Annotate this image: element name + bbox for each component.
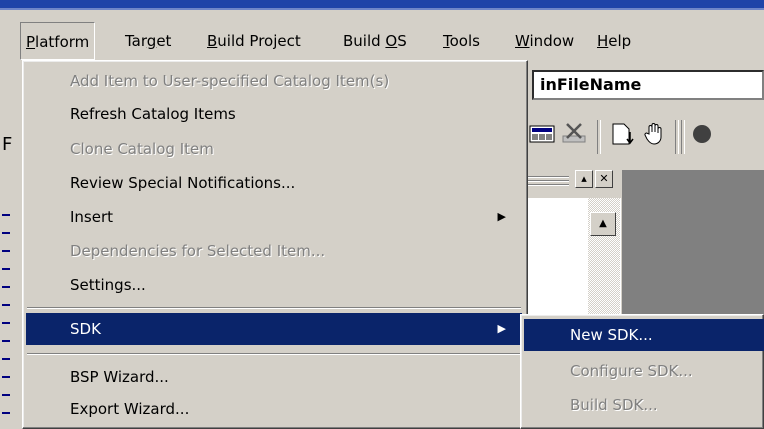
menu-item-insert[interactable]: Insert ▶ (26, 201, 522, 233)
menu-item-label: Dependencies for Selected Item... (70, 242, 326, 260)
menu-help[interactable]: Help (592, 22, 636, 60)
menu-item-export-wizard[interactable]: Export Wizard... (26, 393, 522, 425)
scroll-up-button[interactable]: ▲ (590, 212, 616, 236)
mnemonic: W (515, 32, 530, 50)
menu-item-sdk[interactable]: SDK ▶ (26, 313, 522, 345)
menu-item-label: New SDK... (570, 326, 653, 344)
submenu-item-new-sdk[interactable]: New SDK... (524, 319, 764, 351)
menu-separator (27, 353, 521, 355)
menu-item-label: BSP Wizard... (70, 368, 169, 386)
mnemonic: T (443, 32, 450, 50)
menu-item-bsp-wizard[interactable]: BSP Wizard... (26, 361, 522, 393)
menu-label: S (397, 32, 407, 50)
mnemonic: H (597, 32, 609, 50)
menu-item-settings[interactable]: Settings... (26, 269, 522, 301)
mnemonic: P (26, 33, 36, 51)
menu-label: uild Project (217, 32, 301, 50)
menu-label: Build (343, 32, 386, 50)
triangle-right-icon: ▶ (497, 322, 506, 335)
menu-build-os[interactable]: Build OS (338, 22, 412, 60)
left-pane-edge (0, 60, 12, 429)
window-title-strip (0, 0, 764, 10)
toolbar (525, 118, 764, 162)
catalog-icon[interactable] (527, 122, 557, 152)
triangle-right-icon: ▶ (497, 210, 506, 223)
panel-header: ▴ ✕ (525, 170, 620, 194)
menu-item-clone-catalog[interactable]: Clone Catalog Item (26, 133, 522, 165)
menu-target[interactable]: Target (120, 22, 176, 60)
submenu-item-configure-sdk[interactable]: Configure SDK... (524, 355, 764, 387)
menu-item-label: SDK (70, 320, 101, 338)
mnemonic: g (146, 32, 157, 50)
menubar: Platform Target Build Project Build OS T… (12, 22, 764, 60)
menu-item-label: Settings... (70, 276, 146, 294)
menu-label: et (156, 32, 172, 50)
menu-item-review-notifications[interactable]: Review Special Notifications... (26, 167, 522, 199)
menu-item-label: Review Special Notifications... (70, 174, 296, 192)
menu-build-project[interactable]: Build Project (202, 22, 306, 60)
menu-tools[interactable]: Tools (438, 22, 485, 60)
menu-platform[interactable]: Platform (20, 22, 96, 60)
menu-item-label: Add Item to User-specified Catalog Item(… (70, 72, 390, 90)
menu-item-dependencies[interactable]: Dependencies for Selected Item... (26, 235, 522, 267)
left-pane-label: F (2, 134, 13, 155)
menu-item-label: Configure SDK... (570, 362, 693, 380)
mnemonic: B (207, 32, 218, 50)
mnemonic: O (385, 32, 398, 50)
menu-label: ools (449, 32, 480, 50)
panel-restore-button[interactable]: ▴ (575, 170, 593, 188)
menu-label: latform (35, 33, 90, 51)
hand-icon[interactable] (639, 122, 669, 152)
menu-item-label: Clone Catalog Item (70, 140, 214, 158)
menu-item-label: Build SDK... (570, 396, 658, 414)
submenu-item-build-sdk[interactable]: Build SDK... (524, 389, 764, 421)
menu-label: indow (529, 32, 575, 50)
stop-icon[interactable] (685, 122, 715, 152)
panel-close-button[interactable]: ✕ (595, 170, 613, 188)
menu-separator (27, 307, 521, 309)
sdk-submenu: New SDK... Configure SDK... Build SDK... (520, 314, 764, 429)
menu-window[interactable]: Window (510, 22, 579, 60)
menu-item-add-item[interactable]: Add Item to User-specified Catalog Item(… (26, 65, 522, 97)
delete-icon[interactable] (559, 122, 589, 152)
menu-item-refresh-catalog[interactable]: Refresh Catalog Items (26, 98, 522, 130)
platform-menu: Add Item to User-specified Catalog Item(… (22, 60, 528, 429)
menu-item-label: Refresh Catalog Items (70, 105, 236, 123)
file-name-field[interactable]: inFileName (532, 70, 764, 100)
menu-label: Tar (125, 32, 147, 50)
menu-item-label: Export Wizard... (70, 400, 190, 418)
menu-item-label: Insert (70, 208, 114, 226)
properties-icon[interactable] (607, 122, 637, 152)
menu-label: elp (608, 32, 632, 50)
